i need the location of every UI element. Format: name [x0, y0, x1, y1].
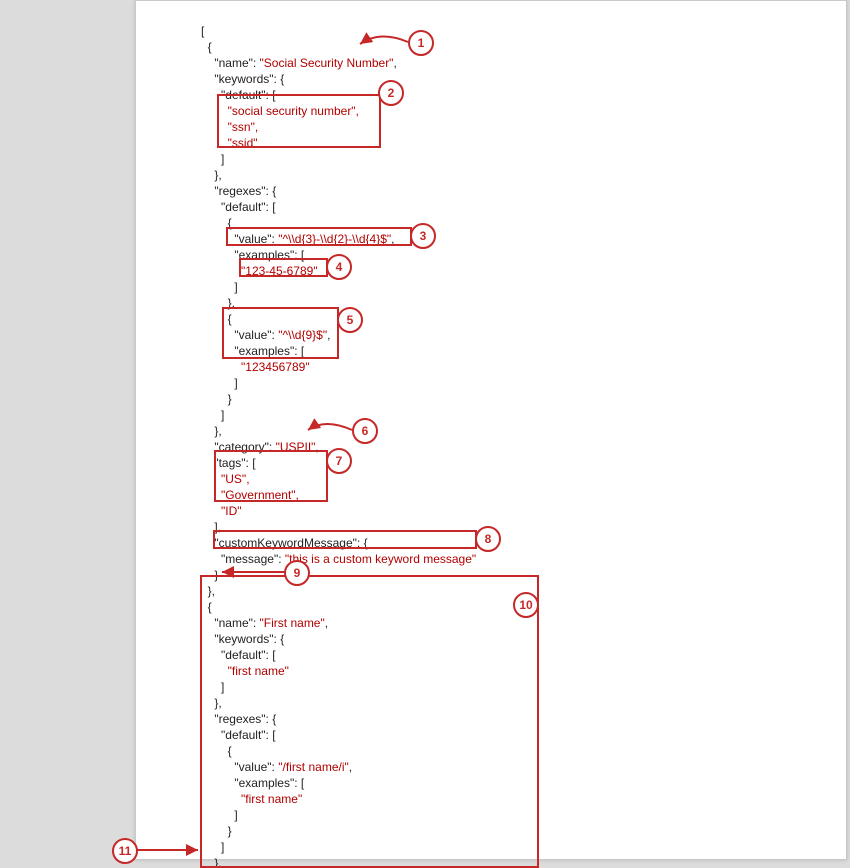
code-line: "default": [: [201, 728, 276, 742]
code-line: },: [201, 424, 222, 438]
code-line: {: [201, 312, 232, 326]
code-line: ],: [201, 520, 221, 534]
code-line: ]: [201, 280, 238, 294]
code-line: },: [201, 584, 215, 598]
code-line: "123456789": [201, 360, 310, 374]
code-line: ]: [201, 152, 224, 166]
code-line: "examples": [: [201, 248, 304, 262]
code-line: ]: [201, 840, 224, 854]
code-line: },: [201, 168, 222, 182]
code-line: "value": "^\\d{9}$",: [201, 328, 330, 342]
code-line: {: [201, 216, 232, 230]
code-line: "customKeywordMessage": {: [201, 536, 368, 550]
code-line: "keywords": {: [201, 632, 284, 646]
code-line: {: [201, 40, 212, 54]
code-line: "first name": [201, 792, 302, 806]
code-line: [: [201, 24, 204, 38]
code-line: "default": [: [201, 648, 276, 662]
code-line: "ID": [201, 504, 242, 518]
code-line: "examples": [: [201, 776, 304, 790]
code-line: {: [201, 600, 212, 614]
code-line: "keywords": {: [201, 72, 284, 86]
code-line: "tags": [: [201, 456, 256, 470]
code-line: "default": [: [201, 200, 276, 214]
code-line: "examples": [: [201, 344, 304, 358]
code-line: }: [201, 824, 232, 838]
code-line: "default": [: [201, 88, 276, 102]
code-line: },: [201, 696, 222, 710]
code-line: "regexes": {: [201, 712, 276, 726]
code-line: "name": "First name",: [201, 616, 328, 630]
code-line: ]: [201, 408, 224, 422]
page-wrap: [ { "name": "Social Security Number", "k…: [0, 0, 850, 868]
code-line: },: [201, 856, 222, 868]
code-line: "social security number",: [201, 104, 359, 118]
code-line: },: [201, 296, 235, 310]
code-line: ]: [201, 376, 238, 390]
code-line: "ssid": [201, 136, 258, 150]
code-line: "name": "Social Security Number",: [201, 56, 397, 70]
code-line: "123-45-6789": [201, 264, 318, 278]
json-code-block: [ { "name": "Social Security Number", "k…: [201, 7, 476, 868]
code-line: {: [201, 744, 232, 758]
code-line: "message": "this is a custom keyword mes…: [201, 552, 476, 566]
code-line: }: [201, 568, 218, 582]
code-line: "value": "/first name/i",: [201, 760, 352, 774]
code-line: "US",: [201, 472, 250, 486]
code-line: "first name": [201, 664, 289, 678]
code-line: }: [201, 392, 232, 406]
code-line: "value": "^\\d{3}-\\d{2}-\\d{4}$",: [201, 232, 394, 246]
code-line: "regexes": {: [201, 184, 276, 198]
code-line: "category": "USPII",: [201, 440, 319, 454]
code-line: ]: [201, 808, 238, 822]
code-line: ]: [201, 680, 224, 694]
code-line: "ssn",: [201, 120, 258, 134]
code-line: "Government",: [201, 488, 299, 502]
document-sheet: [ { "name": "Social Security Number", "k…: [135, 0, 847, 860]
